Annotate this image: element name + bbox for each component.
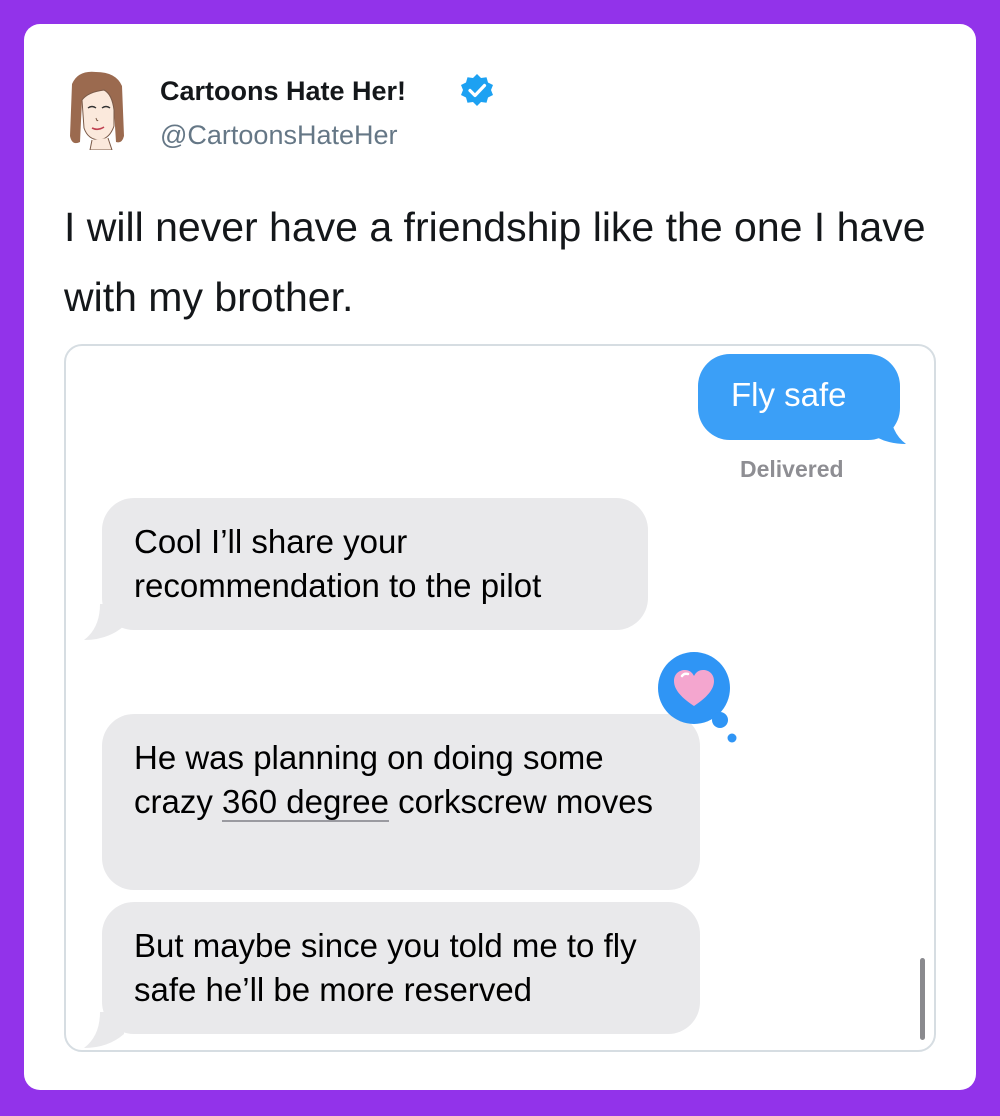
- received-message-text-1: Cool I’ll share your recommendation to t…: [134, 523, 542, 604]
- sent-bubble-tail: [866, 408, 906, 444]
- sent-message-text: Fly safe: [731, 376, 847, 413]
- delivered-status: Delivered: [740, 456, 844, 482]
- display-name[interactable]: Cartoons Hate Her!: [160, 76, 406, 107]
- tweet-text: I will never have a friendship like the …: [64, 204, 926, 320]
- received-message-text-2b: corkscrew moves: [389, 783, 654, 820]
- scrollbar[interactable]: [920, 958, 925, 1040]
- tweet-media-screenshot[interactable]: Fly safe Delivered Cool I’ll share your …: [64, 344, 936, 1052]
- heart-reaction-icon[interactable]: [656, 650, 746, 748]
- data-detector-link[interactable]: 360 degree: [222, 783, 389, 822]
- verified-badge-icon: [461, 74, 493, 106]
- tweet-card: Cartoons Hate Her! @CartoonsHateHer I wi…: [24, 24, 976, 1090]
- received-bubble-tail-3: [84, 1012, 124, 1048]
- user-handle[interactable]: @CartoonsHateHer: [160, 120, 398, 151]
- received-message-bubble-3: But maybe since you told me to fly safe …: [102, 902, 700, 1034]
- received-message-bubble-2: He was planning on doing some crazy 360 …: [102, 714, 700, 890]
- received-message-text-3: But maybe since you told me to fly safe …: [134, 927, 637, 1008]
- received-message-bubble-1: Cool I’ll share your recommendation to t…: [102, 498, 648, 630]
- received-bubble-tail-1: [84, 604, 124, 640]
- avatar[interactable]: [64, 70, 128, 150]
